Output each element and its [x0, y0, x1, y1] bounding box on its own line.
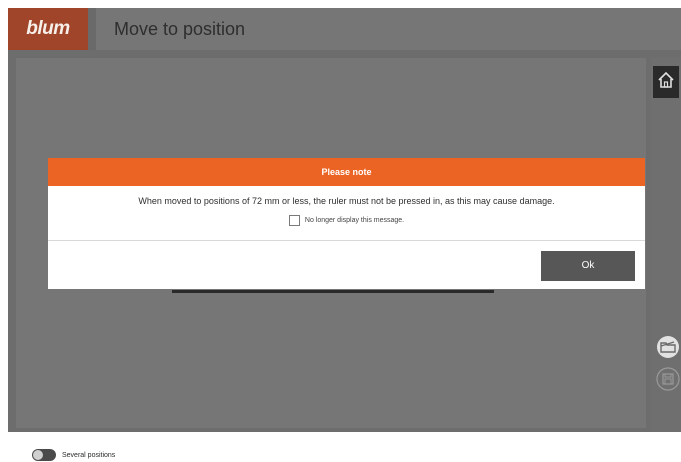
dont-show-again-row: No longer display this message. — [48, 215, 645, 226]
several-positions-toggle[interactable] — [32, 449, 56, 461]
header: blum Move to position — [8, 8, 681, 50]
home-icon — [657, 71, 675, 94]
page-title: Move to position — [96, 8, 681, 50]
dont-show-again-label[interactable]: No longer display this message. — [305, 217, 404, 224]
blum-logo: blum — [8, 8, 88, 50]
open-folder-icon — [656, 335, 680, 364]
open-button[interactable] — [655, 335, 681, 364]
dont-show-again-checkbox[interactable] — [288, 215, 300, 226]
save-icon — [656, 366, 680, 396]
dialog-divider — [48, 240, 645, 241]
right-sidebar — [651, 58, 681, 432]
dialog-title: Please note — [48, 158, 645, 186]
several-positions-row: Several positions — [32, 448, 115, 462]
home-button[interactable] — [653, 66, 679, 98]
several-positions-label: Several positions — [62, 451, 116, 459]
notice-dialog: Please note When moved to positions of 7… — [48, 158, 645, 289]
save-button[interactable] — [655, 366, 681, 396]
ruler-bar — [172, 290, 494, 293]
dialog-message: When moved to positions of 72 mm or less… — [138, 196, 555, 206]
toggle-knob — [33, 450, 43, 460]
ok-button[interactable]: Ok — [541, 251, 635, 281]
